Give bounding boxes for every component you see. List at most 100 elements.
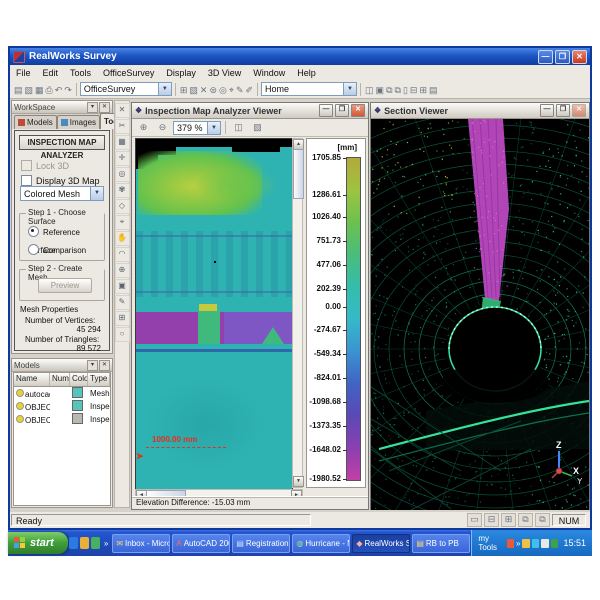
zoom-out-icon[interactable]: ⊖ — [154, 119, 171, 136]
col-type[interactable]: Type — [88, 373, 110, 386]
maximize-button[interactable]: ❐ — [335, 104, 349, 117]
target-combobox[interactable]: Home▼ — [261, 82, 357, 96]
window-arrange-button[interactable]: ⊞ — [501, 513, 516, 527]
title-bar[interactable]: RealWorks Survey — ❐ ✕ — [10, 48, 590, 65]
menu-edit[interactable]: Edit — [37, 67, 65, 79]
visibility-icon[interactable] — [16, 389, 24, 397]
map-layout-icon[interactable]: ◫ — [230, 119, 247, 136]
vertical-tool-button[interactable]: ⌖ — [115, 215, 130, 230]
panel-menu-icon[interactable]: ▾ — [87, 102, 98, 113]
window-arrange-button[interactable]: ▭ — [467, 513, 482, 527]
tray-icon[interactable] — [551, 539, 559, 548]
radio-icon[interactable] — [28, 244, 39, 255]
vertical-tool-button[interactable]: ⊞ — [115, 311, 130, 326]
toolbar-button[interactable]: ◎ — [218, 84, 228, 96]
menu-3dview[interactable]: 3D View — [202, 67, 247, 79]
taskbar-task[interactable]: ▤Registration Rep... — [232, 534, 290, 553]
my-tools-label[interactable]: my Tools — [478, 534, 504, 552]
tray-icon[interactable] — [522, 539, 530, 548]
toolbar-button[interactable]: ▦ — [34, 84, 45, 96]
vertical-tool-button[interactable]: ◇ — [115, 199, 130, 214]
table-row[interactable]: autocad... Mesh — [14, 387, 110, 400]
maximize-button[interactable]: ❐ — [555, 50, 570, 64]
toolbar-button[interactable]: ▧ — [24, 84, 35, 96]
tunnel-pointcloud-view[interactable]: ZXY — [371, 119, 589, 510]
map-viewer-title-bar[interactable]: ❖ Inspection Map Analyzer Viewer — ❐ ✕ — [132, 103, 368, 119]
toolbar-button[interactable]: ⊜ — [208, 84, 218, 96]
toolbar-button[interactable]: ⧉ — [394, 84, 402, 96]
quicklaunch-app-icon[interactable] — [91, 537, 100, 549]
zoom-level-combobox[interactable]: 379 %▼ — [173, 121, 221, 135]
toolbar-button[interactable]: ↷ — [63, 84, 73, 96]
maximize-button[interactable]: ❐ — [556, 104, 570, 117]
toolbar-button[interactable]: ◫ — [364, 84, 375, 96]
quicklaunch-ie-icon[interactable] — [69, 537, 78, 549]
section-viewer-title-bar[interactable]: ❖ Section Viewer — ❐ ✕ — [371, 103, 589, 119]
models-panel-title[interactable]: Models ▾ ✕ — [12, 359, 112, 372]
tab-models[interactable]: Models — [14, 115, 57, 129]
toolbar-button[interactable]: ▧ — [188, 84, 199, 96]
vertical-tool-button[interactable]: ▣ — [115, 279, 130, 294]
inspection-heatmap[interactable]: 1000.00 mm ➤ — [135, 138, 293, 490]
panel-close-icon[interactable]: ✕ — [99, 102, 110, 113]
tray-icon[interactable] — [532, 539, 540, 548]
menu-window[interactable]: Window — [247, 67, 291, 79]
mode-combobox[interactable]: OfficeSurvey▼ — [80, 82, 172, 96]
toolbar-button[interactable]: ▤ — [13, 84, 24, 96]
window-arrange-button[interactable]: ⧉ — [518, 513, 533, 527]
map-display-icon[interactable]: ▧ — [249, 119, 266, 136]
start-button[interactable]: start — [8, 532, 68, 554]
close-button[interactable]: ✕ — [572, 50, 587, 64]
toolbar-button[interactable]: ⊞ — [418, 84, 428, 96]
preview-button[interactable]: Preview — [38, 278, 92, 293]
taskbar-task[interactable]: ◍Hurricane - Micro... — [292, 534, 350, 553]
vertical-tool-button[interactable]: ✂ — [115, 119, 130, 134]
toolbar-button[interactable]: ⊟ — [409, 84, 419, 96]
toolbar-button[interactable]: ▤ — [428, 84, 439, 96]
vertical-tool-button[interactable]: ✕ — [115, 103, 130, 118]
vertical-tool-button[interactable]: ✋ — [115, 231, 130, 246]
mesh-mode-combobox[interactable]: Colored Mesh▼ — [20, 186, 104, 201]
vertical-tool-button[interactable]: ✎ — [115, 295, 130, 310]
vertical-tool-button[interactable]: ✾ — [115, 183, 130, 198]
toolbar-button[interactable]: ⧉ — [385, 84, 393, 96]
minimize-button[interactable]: — — [319, 104, 333, 117]
col-color[interactable]: Color — [70, 373, 88, 386]
vertical-tool-button[interactable]: ○ — [115, 327, 130, 342]
close-button[interactable]: ✕ — [572, 104, 586, 117]
toolbar-button[interactable]: ⌖ — [228, 84, 235, 96]
taskbar-task-active[interactable]: ◆RealWorks Survey — [352, 534, 410, 553]
visibility-icon[interactable] — [16, 415, 24, 423]
menu-help[interactable]: Help — [291, 67, 322, 79]
menu-officesurvey[interactable]: OfficeSurvey — [97, 67, 160, 79]
close-button[interactable]: ✕ — [351, 104, 365, 117]
vertical-tool-button[interactable]: ✛ — [115, 151, 130, 166]
minimize-button[interactable]: — — [540, 104, 554, 117]
vertical-tool-button[interactable]: ⊕ — [115, 263, 130, 278]
chevron-down-icon[interactable]: ▼ — [343, 83, 356, 95]
tray-icon[interactable] — [507, 539, 515, 548]
toolbar-button[interactable]: ▣ — [375, 84, 386, 96]
toolbar-button[interactable]: ↶ — [54, 84, 64, 96]
vertical-tool-button[interactable]: ◎ — [115, 167, 130, 182]
tray-overflow-icon[interactable]: » — [516, 539, 520, 548]
map-vertical-scrollbar[interactable]: ▲ ▼ — [292, 138, 303, 488]
radio-icon[interactable] — [28, 226, 39, 237]
table-row[interactable]: OBJECT... Inspectio... — [14, 413, 110, 426]
panel-close-icon[interactable]: ✕ — [99, 360, 110, 371]
quicklaunch-folder-icon[interactable] — [80, 537, 89, 549]
chevron-down-icon[interactable]: ▼ — [158, 83, 171, 95]
col-num[interactable]: Num... — [50, 373, 70, 386]
tab-images[interactable]: Images — [57, 115, 100, 129]
chevron-down-icon[interactable]: ▼ — [90, 187, 103, 200]
quicklaunch-overflow-icon[interactable]: » — [104, 539, 108, 548]
tray-icon[interactable] — [541, 539, 549, 548]
table-row[interactable]: OBJECT... Inspectio... — [14, 400, 110, 413]
window-arrange-button[interactable]: ⊟ — [484, 513, 499, 527]
taskbar-task[interactable]: AAutoCAD 2002 — [172, 534, 230, 553]
col-name[interactable]: Name — [14, 373, 50, 386]
menu-file[interactable]: File — [10, 67, 37, 79]
toolbar-button[interactable]: ▯ — [402, 84, 409, 96]
taskbar-task[interactable]: ✉Inbox - Microsof... — [112, 534, 170, 553]
window-arrange-button[interactable]: ⧉ — [535, 513, 550, 527]
